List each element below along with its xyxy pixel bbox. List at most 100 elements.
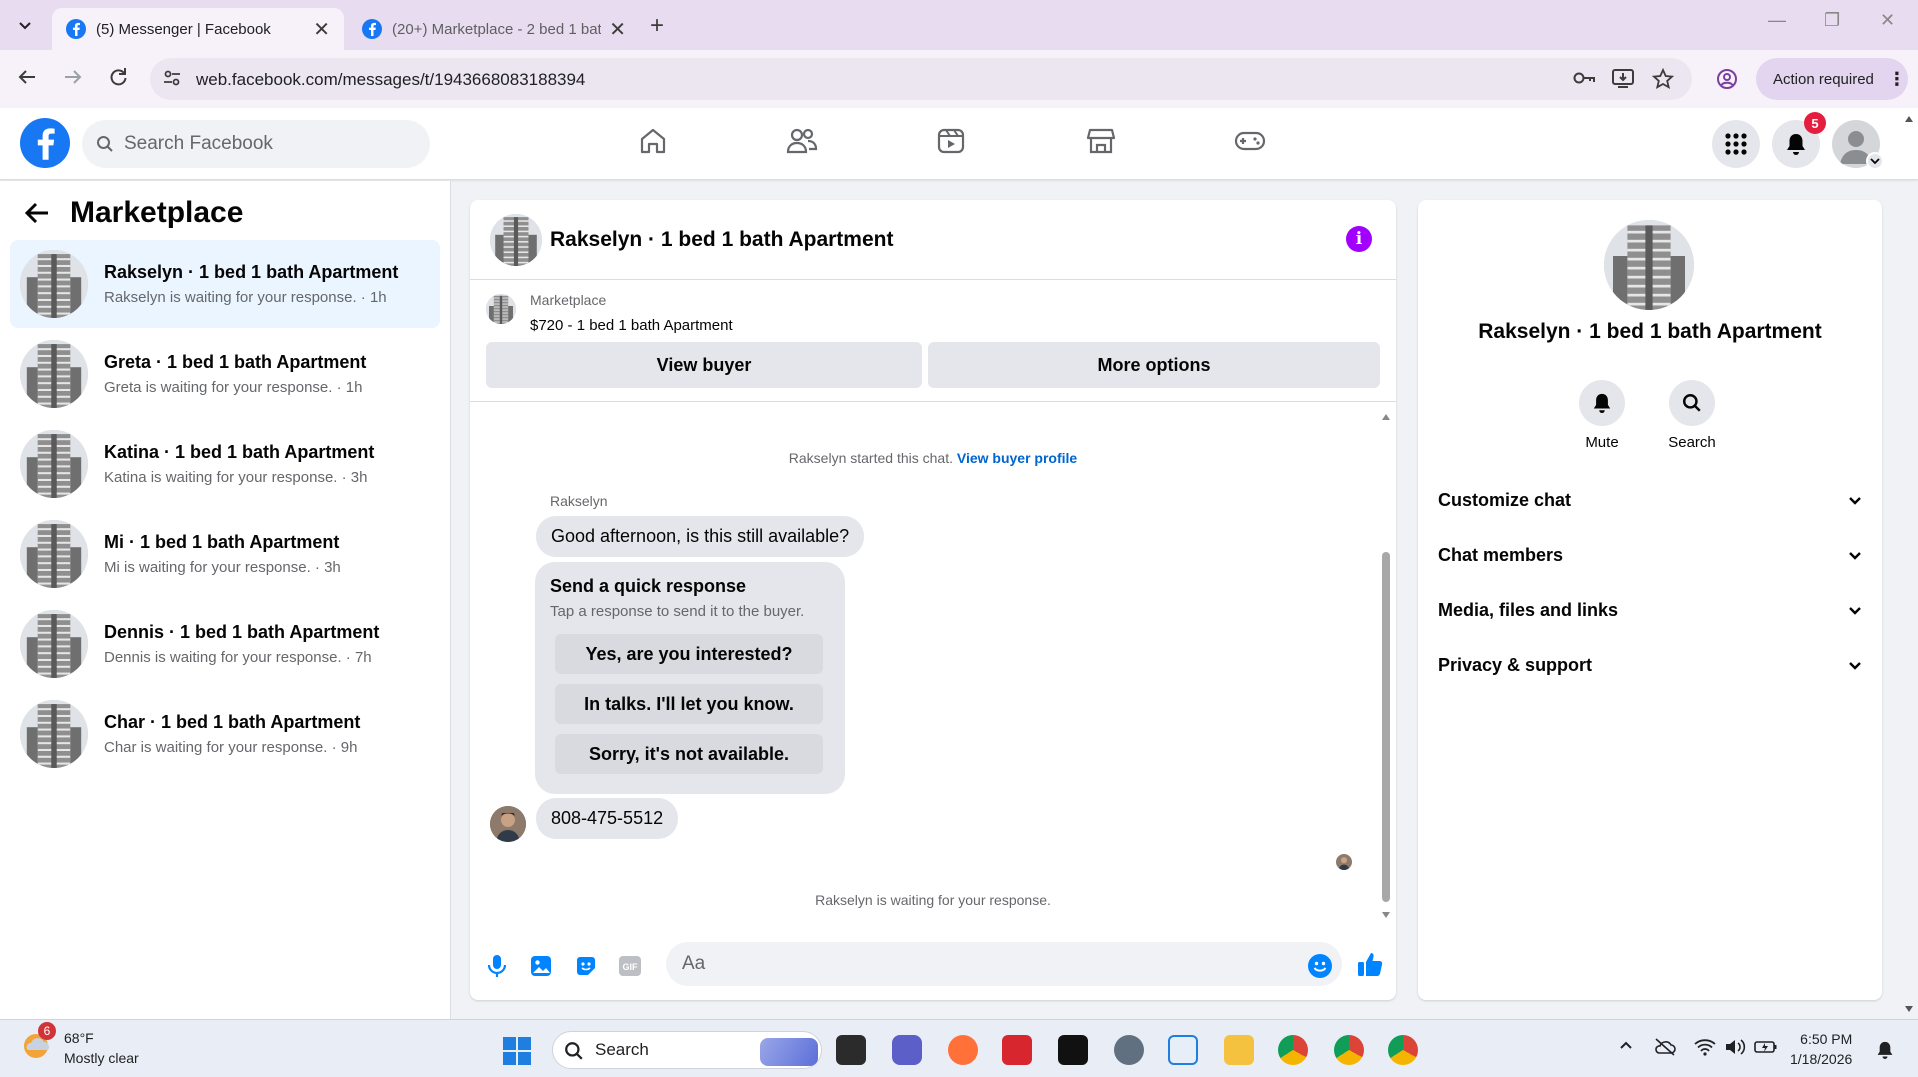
cloud-off-icon[interactable]	[1654, 1038, 1676, 1056]
snipping-tool-icon[interactable]	[1168, 1035, 1198, 1065]
volume-icon[interactable]	[1724, 1038, 1746, 1056]
tab-marketplace[interactable]: (20+) Marketplace - 2 bed 1 bath ✕	[348, 8, 640, 50]
customize-chat-section[interactable]: Customize chat	[1438, 490, 1862, 511]
minimize-icon[interactable]: —	[1768, 10, 1786, 31]
conversation-name: Dennis · 1 bed 1 bath Apartment	[104, 622, 380, 642]
gaming-icon[interactable]	[1234, 126, 1266, 156]
notification-center-icon[interactable]	[1876, 1040, 1894, 1060]
menu-grid-icon[interactable]	[1712, 120, 1760, 168]
conversation-name: Rakselyn · 1 bed 1 bath Apartment	[104, 262, 399, 282]
mute-bell-icon	[1579, 380, 1625, 426]
tray-chevron-icon[interactable]	[1618, 1038, 1634, 1054]
restore-icon[interactable]: ❐	[1824, 10, 1840, 31]
conversation-item-katina[interactable]: Katina · 1 bed 1 bath Apartment Katina is…	[10, 420, 440, 508]
microphone-icon[interactable]	[486, 954, 508, 978]
gif-icon[interactable]: GIF	[618, 954, 642, 978]
task-view-icon[interactable]	[836, 1035, 866, 1065]
facebook-logo-icon[interactable]	[20, 118, 70, 168]
forward-icon[interactable]	[62, 66, 84, 88]
message-bubble[interactable]: 808-475-5512	[536, 798, 679, 839]
chat-members-section[interactable]: Chat members	[1438, 545, 1862, 566]
message-bubble[interactable]: Good afternoon, is this still available?	[536, 516, 865, 557]
emoji-icon[interactable]	[1308, 954, 1332, 978]
home-icon[interactable]	[638, 126, 668, 156]
conversation-name: Char · 1 bed 1 bath Apartment	[104, 712, 361, 732]
back-icon[interactable]	[16, 66, 38, 88]
conversation-item-greta[interactable]: Greta · 1 bed 1 bath Apartment Greta is w…	[10, 330, 440, 418]
menu-kebab-icon: ⋮	[1887, 68, 1906, 89]
account-chevron-icon[interactable]	[1866, 152, 1884, 170]
bookmark-star-icon[interactable]	[1652, 68, 1674, 90]
system-clock[interactable]: 6:50 PM 1/18/2026	[1790, 1029, 1852, 1069]
listing-thumbnail	[486, 294, 516, 324]
quick-response-in-talks-button[interactable]: In talks. I'll let you know.	[555, 684, 823, 724]
conversation-item-char[interactable]: Char · 1 bed 1 bath Apartment Char is wai…	[10, 690, 440, 778]
listing-thumbnail	[20, 520, 88, 588]
windows-start-icon[interactable]	[502, 1036, 532, 1066]
quick-response-yes-button[interactable]: Yes, are you interested?	[555, 634, 823, 674]
info-icon[interactable]: i	[1346, 226, 1372, 252]
chevron-down-icon	[1849, 606, 1861, 615]
marketplace-icon[interactable]	[1086, 126, 1116, 156]
tab-messenger[interactable]: (5) Messenger | Facebook ✕	[52, 8, 344, 50]
wps-office-icon[interactable]	[1002, 1035, 1032, 1065]
sticker-icon[interactable]	[574, 954, 598, 978]
back-arrow-icon[interactable]	[24, 201, 50, 225]
conversation-status: Char is waiting for your response. · 9h	[104, 739, 358, 756]
chat-title[interactable]: Rakselyn · 1 bed 1 bath Apartment	[550, 228, 893, 252]
privacy-support-section[interactable]: Privacy & support	[1438, 655, 1862, 676]
chrome-profile-icon[interactable]	[1334, 1035, 1364, 1065]
tab-title: (20+) Marketplace - 2 bed 1 bath	[392, 20, 602, 38]
more-options-button[interactable]: More options	[928, 342, 1380, 388]
search-in-chat-button[interactable]: Search	[1652, 380, 1732, 451]
listing-price[interactable]: $720 - 1 bed 1 bath Apartment	[530, 317, 733, 334]
chrome-icon[interactable]	[1278, 1035, 1308, 1065]
media-files-links-section[interactable]: Media, files and links	[1438, 600, 1862, 621]
quick-response-not-available-button[interactable]: Sorry, it's not available.	[555, 734, 823, 774]
password-key-icon[interactable]	[1572, 68, 1596, 88]
close-window-icon[interactable]: ✕	[1880, 10, 1895, 31]
site-info-icon[interactable]	[162, 68, 182, 88]
conversation-item-rakselyn[interactable]: Rakselyn · 1 bed 1 bath Apartment Raksely…	[10, 240, 440, 328]
mute-button[interactable]: Mute	[1562, 380, 1642, 451]
battery-icon[interactable]	[1754, 1038, 1778, 1056]
wifi-icon[interactable]	[1694, 1038, 1716, 1056]
facebook-favicon-icon	[362, 19, 382, 39]
like-thumb-icon[interactable]	[1356, 950, 1384, 978]
listing-label: Marketplace	[530, 292, 607, 308]
url-text[interactable]: web.facebook.com/messages/t/194366808318…	[196, 70, 585, 90]
close-tab-icon[interactable]: ✕	[609, 17, 626, 42]
message-input[interactable]: Aa	[666, 942, 1342, 986]
friends-icon[interactable]	[786, 126, 818, 156]
conversation-status: Katina is waiting for your response. · 3…	[104, 469, 368, 486]
chat-thumbnail[interactable]	[490, 214, 542, 266]
settings-gear-icon[interactable]	[1114, 1035, 1144, 1065]
photo-icon[interactable]	[530, 954, 552, 978]
action-required-button[interactable]: Action required ⋮	[1756, 58, 1908, 100]
facebook-search-input[interactable]: Search Facebook	[82, 120, 430, 168]
install-app-icon[interactable]	[1612, 68, 1634, 88]
profile-icon[interactable]	[1716, 68, 1738, 90]
sender-avatar[interactable]	[490, 806, 526, 842]
tab-search-button[interactable]	[10, 10, 40, 40]
firefox-icon[interactable]	[948, 1035, 978, 1065]
close-tab-icon[interactable]: ✕	[313, 17, 330, 42]
reload-icon[interactable]	[107, 66, 129, 88]
conversation-name: Mi · 1 bed 1 bath Apartment	[104, 532, 340, 552]
conversation-item-dennis[interactable]: Dennis · 1 bed 1 bath Apartment Dennis is…	[10, 600, 440, 688]
weather-widget[interactable]: 6 68°F Mostly clear	[20, 1022, 139, 1066]
file-explorer-icon[interactable]	[1224, 1035, 1254, 1065]
new-tab-button[interactable]: +	[650, 12, 664, 40]
chevron-down-icon	[19, 22, 31, 30]
quick-response-subtitle: Tap a response to send it to the buyer.	[550, 603, 805, 620]
chat-scroll-thumb[interactable]	[1382, 552, 1390, 902]
view-buyer-button[interactable]: View buyer	[486, 342, 922, 388]
meet-video-icon[interactable]	[892, 1035, 922, 1065]
chrome-active-icon[interactable]	[1388, 1035, 1418, 1065]
view-buyer-profile-link[interactable]: View buyer profile	[957, 450, 1077, 466]
conversation-item-mi[interactable]: Mi · 1 bed 1 bath Apartment Mi is waiting…	[10, 510, 440, 598]
search-highlight-image	[760, 1038, 818, 1066]
watch-icon[interactable]	[936, 126, 966, 156]
capcut-icon[interactable]	[1058, 1035, 1088, 1065]
page-scrollbar[interactable]	[1900, 108, 1918, 1019]
